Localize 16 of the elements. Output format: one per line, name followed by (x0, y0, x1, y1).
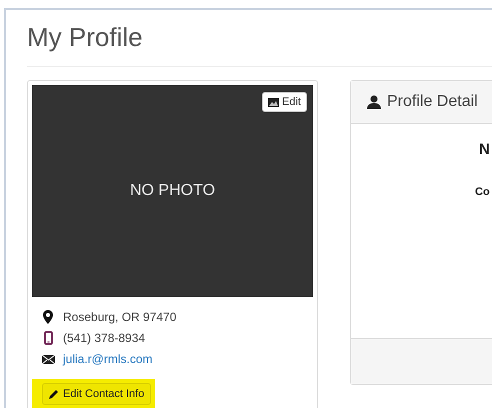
phone-icon (44, 331, 52, 345)
panel-title: Profile Detail (387, 93, 478, 111)
field-label: Co (475, 186, 490, 198)
edit-photo-button[interactable]: Edit (262, 92, 307, 112)
image-icon (268, 98, 280, 106)
user-icon (367, 95, 381, 109)
map-pin-icon (43, 310, 53, 324)
name-heading: N (479, 141, 490, 158)
phone-number: (541) 378-8934 (63, 331, 146, 345)
location-text: Roseburg, OR 97470 (63, 310, 176, 324)
pencil-icon (49, 389, 59, 399)
email-link[interactable]: julia.r@rmls.com (63, 352, 153, 366)
no-photo-text: NO PHOTO (130, 182, 216, 200)
envelope-icon (42, 354, 54, 364)
edit-contact-button[interactable]: Edit Contact Info (42, 383, 152, 405)
page-title: My Profile (27, 21, 144, 53)
